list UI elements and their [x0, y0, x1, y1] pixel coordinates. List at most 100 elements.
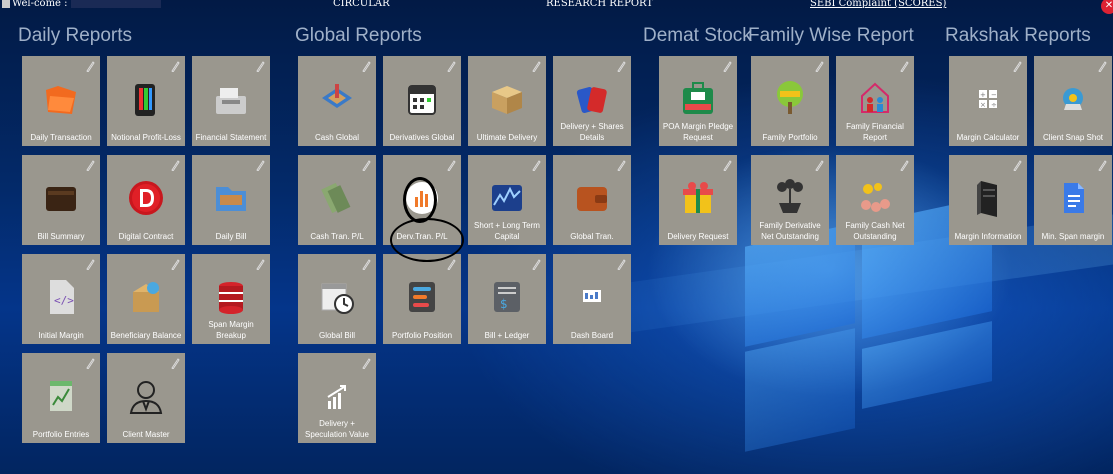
- tile-notional-profit-loss[interactable]: Notional Profit-Loss: [107, 56, 185, 146]
- portfolio-tree-icon: [777, 81, 803, 114]
- pin-icon[interactable]: [616, 60, 626, 72]
- pin-icon[interactable]: [255, 258, 265, 270]
- pin-icon[interactable]: [616, 159, 626, 171]
- family-house-icon: [861, 82, 889, 113]
- document-icon: [1064, 183, 1084, 213]
- tile-derivatives-global[interactable]: Derivatives Global: [383, 56, 461, 146]
- tile-family-derivative-net-outstanding[interactable]: Family Derivative Net Outstanding: [751, 155, 829, 245]
- tile-label: Daily Bill: [215, 232, 247, 241]
- tile-span-margin-breakup[interactable]: Span Margin Breakup: [192, 254, 270, 344]
- pin-icon[interactable]: [1012, 60, 1022, 72]
- tile-label: Delivery + Shares Details: [560, 122, 624, 142]
- chart-document-icon: [50, 381, 72, 411]
- tile-portfolio-entries[interactable]: Portfolio Entries: [22, 353, 100, 443]
- tile-margin-information[interactable]: Margin Information: [949, 155, 1027, 245]
- tile-financial-statement[interactable]: Financial Statement: [192, 56, 270, 146]
- svg-text:+: +: [980, 91, 986, 99]
- ledger-dollar-icon: $: [494, 282, 520, 312]
- wallet-icon: [46, 187, 76, 211]
- tile-cash-global[interactable]: Cash Global: [298, 56, 376, 146]
- cash-register-icon: [216, 88, 246, 114]
- pin-icon[interactable]: [361, 357, 371, 369]
- tile-dash-board[interactable]: Dash Board: [553, 254, 631, 344]
- pin-icon[interactable]: [446, 60, 456, 72]
- pin-icon[interactable]: [531, 258, 541, 270]
- pin-icon[interactable]: [1097, 159, 1107, 171]
- pin-icon[interactable]: [722, 60, 732, 72]
- pin-icon[interactable]: [531, 159, 541, 171]
- tile-family-portfolio[interactable]: Family Portfolio: [751, 56, 829, 146]
- pin-icon[interactable]: [85, 60, 95, 72]
- gift-icon: [683, 182, 713, 213]
- pin-icon[interactable]: [722, 159, 732, 171]
- pin-icon[interactable]: [170, 258, 180, 270]
- blue-folder-icon: [216, 187, 246, 211]
- coins-people-icon: [861, 183, 890, 212]
- tile-label: POA Margin Pledge Request: [662, 122, 734, 142]
- pin-icon[interactable]: [616, 258, 626, 270]
- tile-family-financial-report[interactable]: Family Financial Report: [836, 56, 914, 146]
- tile-label: Client Snap Shot: [1042, 133, 1104, 142]
- tile-daily-bill[interactable]: Daily Bill: [192, 155, 270, 245]
- pin-icon[interactable]: [85, 258, 95, 270]
- pin-icon[interactable]: [1012, 159, 1022, 171]
- calendar-clock-icon: [321, 283, 354, 314]
- pin-icon[interactable]: [85, 357, 95, 369]
- pin-icon[interactable]: [899, 159, 909, 171]
- annotation-circle: [390, 218, 464, 262]
- pin-icon[interactable]: [170, 60, 180, 72]
- sebi-complaint-link[interactable]: SEBI Complaint (SCORES): [810, 0, 946, 9]
- tile-margin-calculator[interactable]: + − × ÷ Margin Calculator: [949, 56, 1027, 146]
- tile-bill-summary[interactable]: Bill Summary: [22, 155, 100, 245]
- svg-text:÷: ÷: [991, 101, 997, 109]
- circular-link[interactable]: CIRCULAR: [333, 0, 390, 9]
- tile-label: Margin Calculator: [956, 133, 1020, 142]
- pin-icon[interactable]: [255, 159, 265, 171]
- pin-icon[interactable]: [170, 159, 180, 171]
- close-icon[interactable]: ✕: [1101, 0, 1113, 14]
- pin-icon[interactable]: [446, 159, 456, 171]
- pin-icon[interactable]: [361, 159, 371, 171]
- tile-global-bill[interactable]: Global Bill: [298, 254, 376, 344]
- tile-delivery-speculation-value[interactable]: Delivery + Speculation Value: [298, 353, 376, 443]
- tile-cash-tran-pl[interactable]: Cash Tran. P/L: [298, 155, 376, 245]
- money-icon: [321, 182, 351, 214]
- tile-label: Global Tran.: [570, 232, 614, 241]
- pin-icon[interactable]: [361, 258, 371, 270]
- tile-poa-margin-pledge-request[interactable]: POA Margin Pledge Request: [659, 56, 737, 146]
- growth-chart-icon: [327, 385, 346, 409]
- pin-icon[interactable]: [361, 60, 371, 72]
- pin-icon[interactable]: [446, 258, 456, 270]
- tile-digital-contract[interactable]: Digital Contract: [107, 155, 185, 245]
- tile-client-snap-shot[interactable]: Client Snap Shot: [1034, 56, 1112, 146]
- pin-icon[interactable]: [531, 60, 541, 72]
- pin-icon[interactable]: [814, 60, 824, 72]
- user-icon: [2, 0, 10, 8]
- pin-icon[interactable]: [899, 60, 909, 72]
- section-title-demat-stock: Demat Stock: [643, 25, 752, 46]
- tile-family-cash-net-outstanding[interactable]: Family Cash Net Outstanding: [836, 155, 914, 245]
- tile-delivery-shares-details[interactable]: Delivery + Shares Details: [553, 56, 631, 146]
- tile-initial-margin[interactable]: </> Initial Margin: [22, 254, 100, 344]
- tile-delivery-request[interactable]: Delivery Request: [659, 155, 737, 245]
- tile-min-span-margin[interactable]: Min. Span margin: [1034, 155, 1112, 245]
- pin-icon[interactable]: [1097, 60, 1107, 72]
- tile-label: Family Portfolio: [762, 133, 818, 142]
- pin-icon[interactable]: [85, 159, 95, 171]
- tile-daily-transaction[interactable]: Daily Transaction: [22, 56, 100, 146]
- tile-beneficiary-balance[interactable]: Beneficiary Balance: [107, 254, 185, 344]
- pin-icon[interactable]: [170, 357, 180, 369]
- pin-icon[interactable]: [814, 159, 824, 171]
- tile-label: Portfolio Position: [391, 331, 453, 340]
- tile-label: Family Derivative Net Outstanding: [759, 221, 821, 241]
- tile-ultimate-delivery[interactable]: Ultimate Delivery: [468, 56, 546, 146]
- map-globe-icon: [322, 84, 352, 108]
- tile-global-tran[interactable]: Global Tran.: [553, 155, 631, 245]
- tile-portfolio-position[interactable]: Portfolio Position: [383, 254, 461, 344]
- tile-bill-ledger[interactable]: $ Bill + Ledger: [468, 254, 546, 344]
- tile-short-long-term-capital[interactable]: Short + Long Term Capital: [468, 155, 546, 245]
- pin-icon[interactable]: [255, 60, 265, 72]
- tile-client-master[interactable]: Client Master: [107, 353, 185, 443]
- tile-label: Min. Span margin: [1041, 232, 1105, 241]
- research-report-link[interactable]: RESEARCH REPORT: [546, 0, 653, 9]
